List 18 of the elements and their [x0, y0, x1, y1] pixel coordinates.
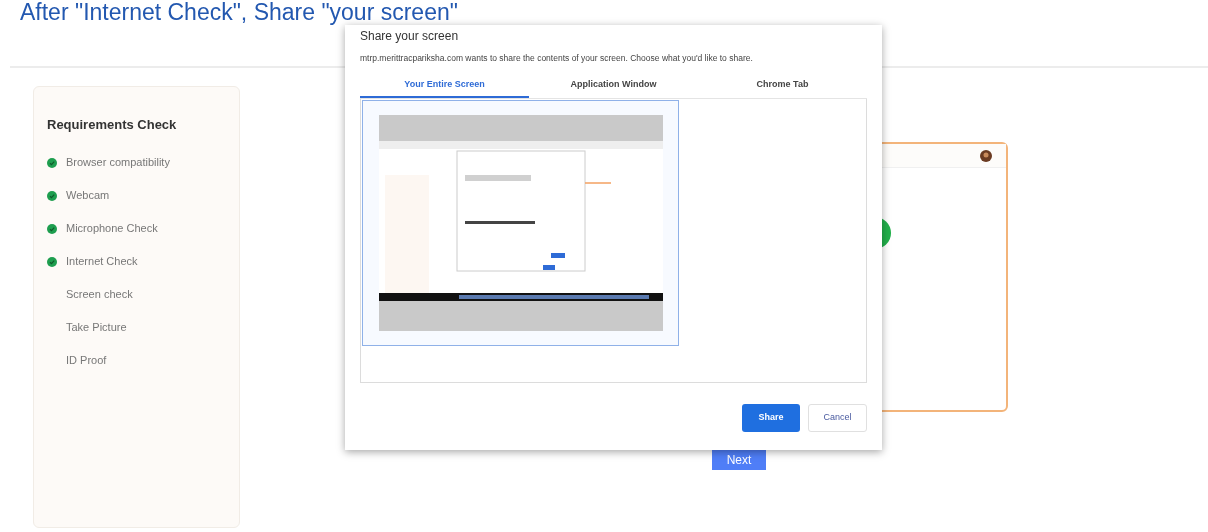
cancel-button[interactable]: Cancel [808, 403, 867, 432]
requirement-label: Browser compatibility [66, 155, 170, 171]
tab[interactable]: Your Entire Screen [360, 73, 529, 98]
requirement-label: Take Picture [66, 320, 127, 336]
tab[interactable]: Application Window [529, 73, 698, 98]
share-button[interactable]: Share [742, 403, 800, 432]
requirement-label: ID Proof [66, 353, 107, 369]
requirement-label: Webcam [66, 188, 110, 204]
dialog-title: Share your screen [360, 28, 460, 45]
panel-title: Requirements Check [47, 116, 178, 134]
page-heading: After "Internet Check", Share "your screen" [20, 0, 458, 24]
requirement-label: Screen check [66, 287, 133, 303]
requirement-label: Microphone Check [66, 221, 158, 237]
screen-thumbnail[interactable] [362, 99, 679, 346]
dialog-message: mtrp.merittracpariksha.com wants to share the contents of your screen. Choose what you'd like to share. [360, 52, 754, 65]
tab[interactable]: Chrome Tab [698, 73, 867, 98]
avatar-icon [980, 149, 992, 162]
requirement-label: Internet Check [66, 254, 138, 270]
